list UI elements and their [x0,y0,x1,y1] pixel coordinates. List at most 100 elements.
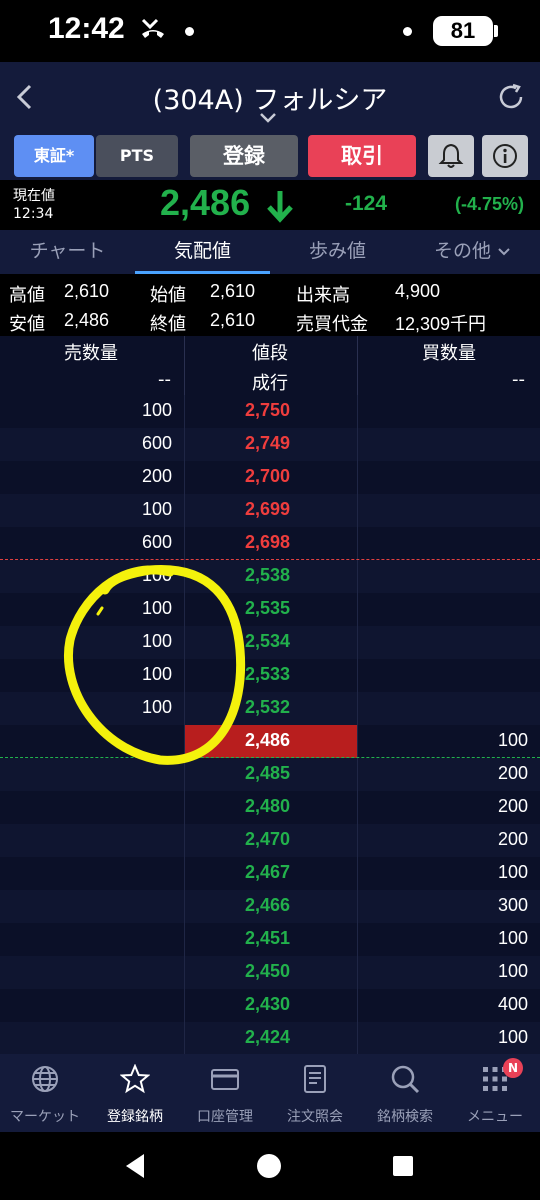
order-book-row[interactable]: 600 2,749 [0,428,540,461]
price-level[interactable]: 2,480 [245,796,290,817]
market-ask: -- [158,369,171,390]
turnover-label: 売買代金 [296,314,368,334]
order-book-row[interactable]: 100 2,535 [0,593,540,626]
price-level[interactable]: 2,485 [245,763,290,784]
order-book-row[interactable]: 2,424 100 [0,1022,540,1054]
price-change-percent: (-4.75%) [455,194,525,214]
market-bid: -- [512,369,525,390]
trade-button[interactable]: 取引 [308,135,416,177]
quote-row: 現在値 12:34 2,486 -124 (-4.75%) [0,180,540,230]
nav-label: 銘柄検索 [377,1109,433,1125]
missed-call-icon [141,18,164,38]
chevron-down-icon [498,247,510,255]
nav-account[interactable]: 口座管理 [180,1054,270,1132]
price-level[interactable]: 2,699 [245,499,290,520]
card-icon [211,1069,239,1090]
market-tse-toggle[interactable]: 東証* [14,135,94,177]
nav-market[interactable]: マーケット [0,1054,90,1132]
ask-quantity: 100 [141,499,172,519]
price-level[interactable]: 2,749 [245,433,290,454]
order-book-row[interactable]: 100 2,750 [0,395,540,428]
nav-label: 登録銘柄 [107,1109,163,1125]
price-level[interactable]: 2,486 [245,730,290,751]
order-book-row[interactable]: 100 2,538 [0,560,540,593]
price-level[interactable]: 2,698 [245,532,290,553]
price-level[interactable]: 2,533 [245,664,290,685]
order-book-row[interactable]: 200 2,700 [0,461,540,494]
ask-quantity: 100 [141,631,172,651]
tab-other[interactable]: その他 [405,230,540,274]
price-level[interactable]: 2,534 [245,631,290,652]
market-order-label: 成行 [252,373,288,394]
volume-label: 出来高 [296,285,350,305]
order-book-row[interactable]: 2,450 100 [0,956,540,989]
system-home-icon[interactable] [256,1153,282,1179]
ask-quantity: 100 [141,697,172,717]
price-level[interactable]: 2,451 [245,928,290,949]
order-book[interactable]: 100 2,750 600 2,749 200 2,700 100 2,699 600 2,698… [0,395,540,1054]
volume-value: 4,900 [395,281,441,301]
bid-quantity: 200 [497,829,528,849]
order-book-row[interactable]: 2,470 200 [0,824,540,857]
quote-time: 12:34 [13,206,54,222]
price-level[interactable]: 2,532 [245,697,290,718]
tab-chart[interactable]: チャート [0,230,135,274]
bell-icon [438,143,464,168]
order-book-row[interactable]: 100 2,534 [0,626,540,659]
price-level[interactable]: 2,750 [245,400,290,421]
price-level[interactable]: 2,466 [245,895,290,916]
order-book-row[interactable]: 2,430 400 [0,989,540,1022]
signal-dot [403,27,412,36]
order-book-row[interactable]: 100 2,533 [0,659,540,692]
status-time: 12:42 [48,12,125,45]
order-book-row[interactable]: 2,480 200 [0,791,540,824]
system-recents-icon[interactable] [392,1155,414,1177]
order-book-row[interactable]: 600 2,698 [0,527,540,560]
info-button[interactable] [482,135,528,177]
price-level[interactable]: 2,538 [245,565,290,586]
order-book-row[interactable]: 2,466 300 [0,890,540,923]
nav-orders[interactable]: 注文照会 [270,1054,360,1132]
turnover-value: 12,309千円 [395,314,487,334]
chevron-down-icon[interactable] [258,112,278,124]
document-icon [304,1065,326,1093]
nav-search[interactable]: 銘柄検索 [360,1054,450,1132]
tab-order-book[interactable]: 気配値 [135,230,270,274]
order-book-row[interactable]: 2,485 200 [0,758,540,791]
ask-quantity: 100 [141,598,172,618]
ask-quantity: 600 [141,433,172,453]
bid-quantity: 300 [497,895,528,915]
bid-quantity: 200 [497,796,528,816]
close-label: 終値 [150,314,186,334]
refresh-icon[interactable] [496,82,526,112]
alert-button[interactable] [428,135,474,177]
price-level[interactable]: 2,424 [245,1027,290,1048]
current-price-label: 現在値 [13,188,55,204]
price-level[interactable]: 2,535 [245,598,290,619]
price-level[interactable]: 2,450 [245,961,290,982]
system-back-icon[interactable] [122,1152,148,1180]
price-level[interactable]: 2,470 [245,829,290,850]
nav-label: 注文照会 [287,1109,343,1125]
order-book-row[interactable]: 100 2,699 [0,494,540,527]
ask-quantity: 600 [141,532,172,552]
menu-badge: N [503,1058,523,1078]
price-level[interactable]: 2,467 [245,862,290,883]
order-book-row[interactable]: 2,467 100 [0,857,540,890]
price-level[interactable]: 2,430 [245,994,290,1015]
order-book-row[interactable]: 2,451 100 [0,923,540,956]
bid-quantity: 400 [497,994,528,1014]
tab-other-label: その他 [433,240,491,262]
market-pts-toggle[interactable]: PTS [96,135,178,177]
nav-watchlist[interactable]: 登録銘柄 [90,1054,180,1132]
nav-header: (304A) フォルシア [0,62,540,132]
nav-label: マーケット [10,1109,80,1125]
tab-time-and-sales[interactable]: 歩み値 [270,230,405,274]
bid-quantity: 100 [497,961,528,981]
register-button[interactable]: 登録 [190,135,298,177]
column-divider [357,395,358,1054]
order-book-row[interactable]: 100 2,532 [0,692,540,725]
nav-menu[interactable]: メニュー [450,1054,540,1132]
current-price-row[interactable]: 2,486 100 [0,725,540,758]
price-level[interactable]: 2,700 [245,466,290,487]
